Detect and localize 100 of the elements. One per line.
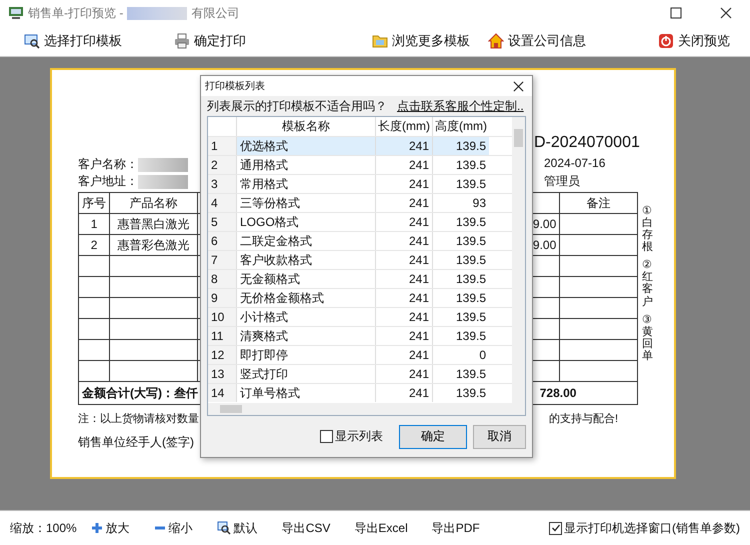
template-row[interactable]: 9 无价格金额格式 241 139.5 (208, 288, 512, 307)
template-row[interactable]: 5 LOGO格式 241 139.5 (208, 212, 512, 231)
row-number: 1 (208, 137, 236, 155)
toolbar-button[interactable]: 确定打印 (168, 30, 252, 52)
copy-label: ①白存根 (642, 204, 653, 254)
maximize-icon[interactable] (670, 7, 682, 19)
app-icon (8, 5, 24, 21)
template-row[interactable]: 10 小计格式 241 139.5 (208, 307, 512, 326)
table-cell: 0 (432, 346, 489, 364)
status-button[interactable]: 默认 (206, 518, 268, 538)
printer-icon (174, 33, 190, 49)
toolbar-button[interactable]: 关闭预览 (652, 30, 736, 52)
template-row[interactable]: 3 常用格式 241 139.5 (208, 174, 512, 193)
table-cell: 241 (375, 137, 432, 155)
table-cell: 241 (375, 213, 432, 231)
table-cell: 1 (78, 214, 110, 234)
row-number: 11 (208, 327, 236, 345)
table-cell: 139.5 (432, 308, 489, 326)
template-row[interactable]: 1 优选格式 241 139.5 (208, 136, 512, 155)
close-icon[interactable] (513, 80, 524, 92)
table-cell: 139.5 (432, 137, 489, 155)
order-date: 2024-07-16 (543, 156, 606, 172)
toolbar-button[interactable]: 选择打印模板 (18, 30, 128, 52)
toolbar-button[interactable]: 设置公司信息 (482, 30, 592, 52)
table-cell: 241 (375, 194, 432, 212)
horizontal-scrollbar[interactable] (208, 403, 525, 415)
template-row[interactable]: 4 三等份格式 241 93 (208, 193, 512, 212)
status-button[interactable]: 导出CSV (272, 518, 340, 538)
status-button[interactable]: 放大 (80, 518, 140, 538)
table-cell: 139.5 (432, 384, 489, 402)
toolbar-button[interactable]: 浏览更多模板 (366, 30, 476, 52)
table-cell: 241 (375, 175, 432, 193)
redacted-block (127, 6, 188, 20)
template-row[interactable]: 8 无金额格式 241 139.5 (208, 269, 512, 288)
column-header[interactable]: 长度(mm) (375, 117, 432, 136)
template-row[interactable]: 2 通用格式 241 139.5 (208, 155, 512, 174)
table-cell: 241 (375, 327, 432, 345)
printer-option-checkbox[interactable]: 显示打印机选择窗口(销售单参数) (549, 520, 740, 536)
table-cell: 139.5 (432, 365, 489, 383)
house-icon (488, 33, 504, 49)
row-number: 12 (208, 346, 236, 364)
table-cell: 优选格式 (236, 137, 375, 155)
search-icon (216, 521, 231, 535)
note-text: 的支持与配合! (548, 412, 618, 426)
row-number: 2 (208, 156, 236, 174)
table-cell: 小计格式 (236, 308, 375, 326)
template-row[interactable]: 12 即打即停 241 0 (208, 345, 512, 364)
power-icon (658, 33, 674, 49)
table-cell: 139.5 (432, 175, 489, 193)
template-row[interactable]: 11 清爽格式 241 139.5 (208, 326, 512, 345)
table-cell: 241 (375, 346, 432, 364)
contact-link[interactable]: 点击联系客服个性定制.. (397, 98, 524, 114)
table-cell: 2 (78, 234, 110, 256)
template-row[interactable]: 13 竖式打印 241 139.5 (208, 364, 512, 383)
row-number: 14 (208, 384, 236, 402)
table-cell: 竖式打印 (236, 365, 375, 383)
row-number: 5 (208, 213, 236, 231)
template-row[interactable]: 14 订单号格式 241 139.5 (208, 383, 512, 402)
note-text: 注：以上货物请核对数量 (78, 412, 199, 426)
table-cell: 241 (375, 289, 432, 307)
ok-button[interactable]: 确定 (399, 424, 467, 448)
table-header: 产品名称 (110, 192, 198, 214)
column-header[interactable]: 高度(mm) (432, 117, 489, 136)
status-button[interactable]: 缩小 (144, 518, 203, 538)
table-header: 备注 (560, 192, 638, 214)
table-cell: 241 (375, 365, 432, 383)
row-number: 4 (208, 194, 236, 212)
template-row[interactable]: 6 二联定金格式 241 139.5 (208, 231, 512, 250)
show-list-checkbox[interactable]: 显示列表 (320, 428, 383, 445)
table-cell: LOGO格式 (236, 213, 375, 231)
row-number: 9 (208, 289, 236, 307)
table-cell: 241 (375, 251, 432, 269)
table-cell: 惠普黑白激光 (110, 214, 198, 234)
row-number: 3 (208, 175, 236, 193)
operator-name: 管理员 (543, 173, 581, 190)
table-cell: 241 (375, 384, 432, 402)
row-number: 8 (208, 270, 236, 288)
status-button[interactable]: 导出Excel (344, 518, 418, 538)
copy-label: ②红客户 (642, 259, 653, 308)
redacted-block (138, 158, 188, 172)
signature-label: 销售单位经手人(签字) (78, 434, 194, 451)
table-cell: 139.5 (432, 251, 489, 269)
table-cell: 清爽格式 (236, 327, 375, 345)
plus-icon (90, 522, 103, 534)
table-cell: 二联定金格式 (236, 232, 375, 250)
table-header: 序号 (78, 192, 110, 214)
monitor-search-icon (24, 33, 40, 49)
close-icon[interactable] (720, 7, 732, 19)
folder-icon (372, 33, 388, 49)
status-button[interactable]: 导出PDF (422, 518, 490, 538)
table-cell: 241 (375, 270, 432, 288)
vertical-scrollbar[interactable] (512, 117, 525, 403)
order-number: D-2024070001 (534, 134, 638, 153)
cancel-button[interactable]: 取消 (473, 424, 526, 448)
zoom-label: 缩放：100% (10, 520, 77, 536)
checkmark-icon (550, 523, 560, 533)
row-number: 6 (208, 232, 236, 250)
template-row[interactable]: 7 客户收款格式 241 139.5 (208, 250, 512, 269)
table-cell: 139.5 (432, 232, 489, 250)
table-cell: 241 (375, 156, 432, 174)
